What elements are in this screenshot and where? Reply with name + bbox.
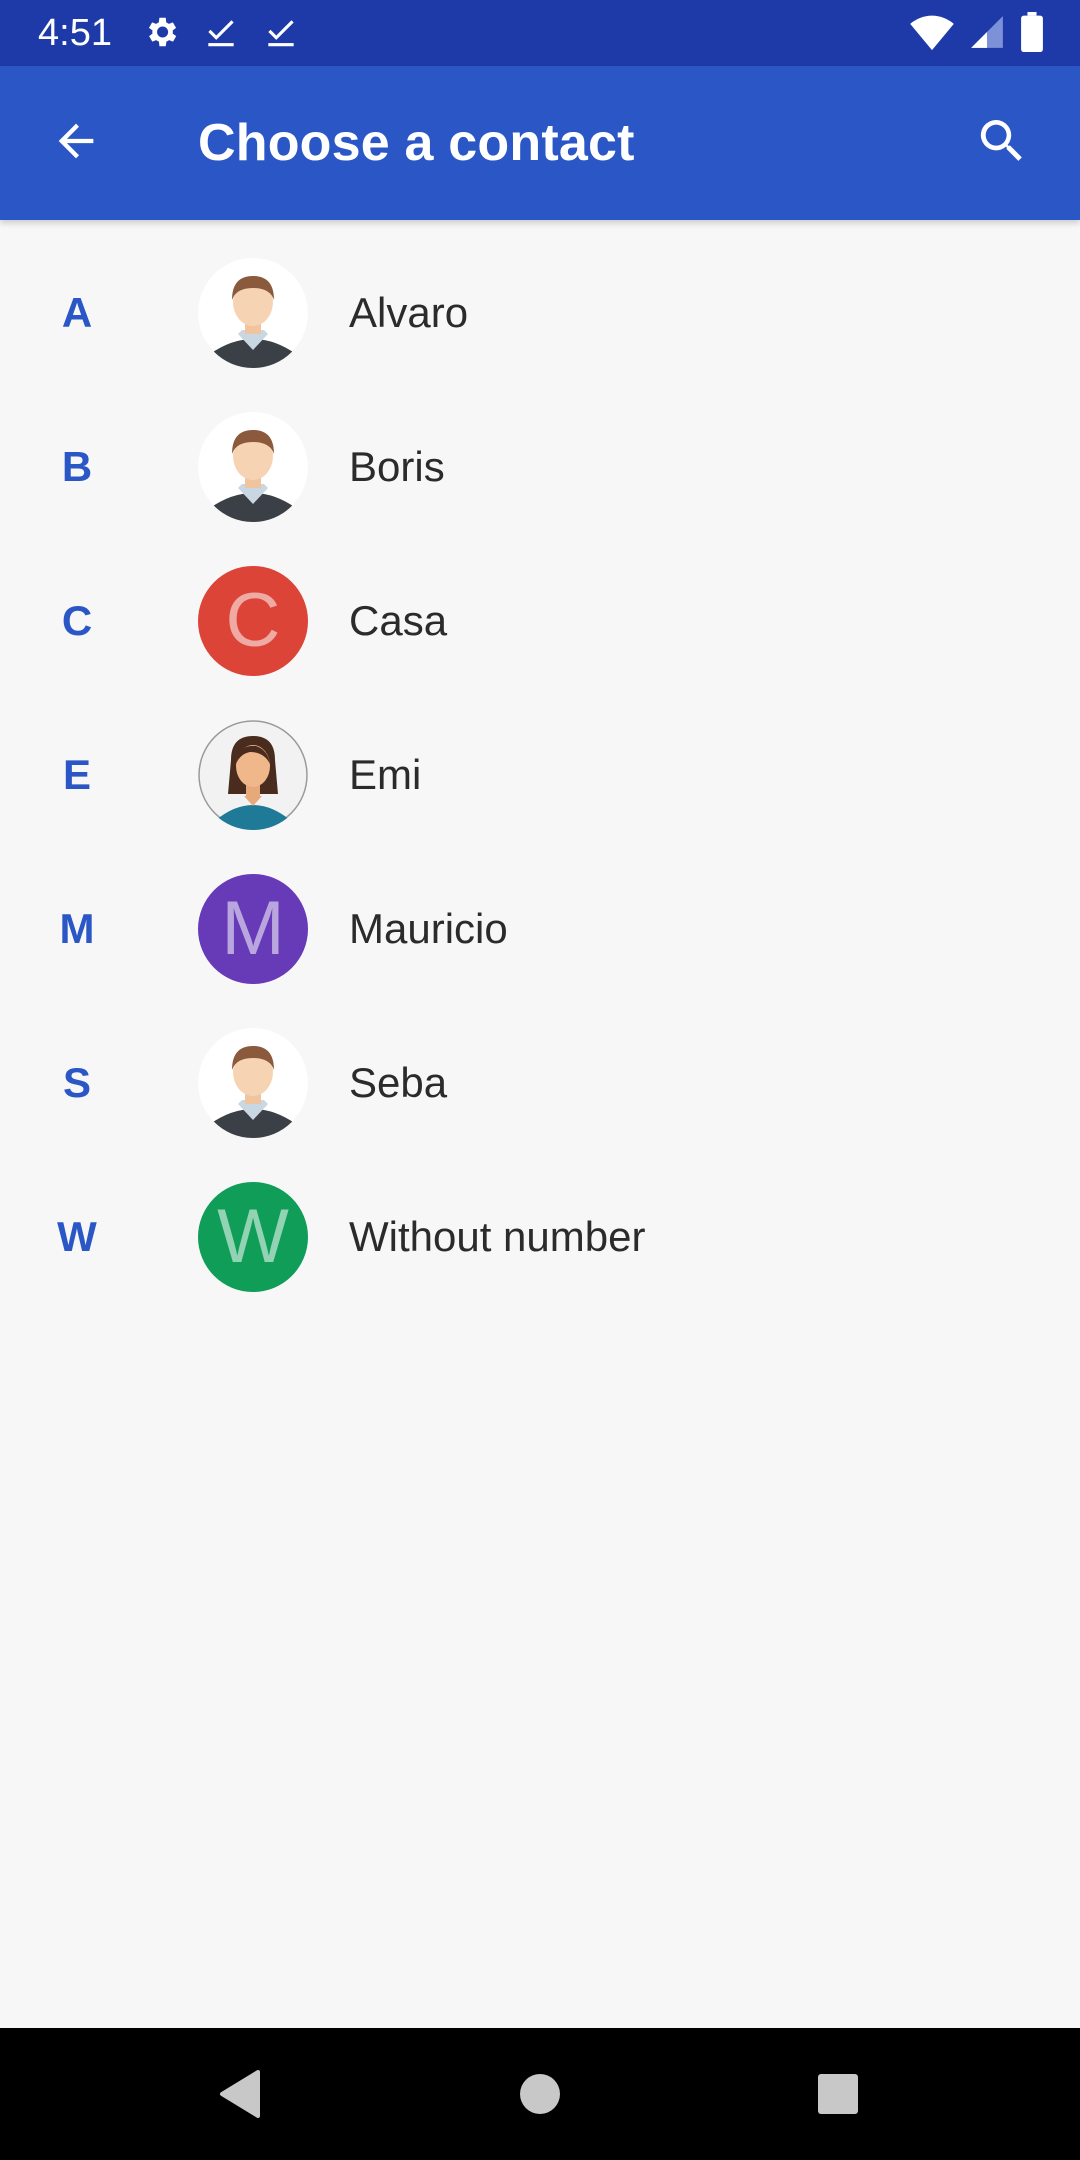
contact-row-boris[interactable]: B Boris [0,390,1080,544]
section-letter: C [61,597,93,644]
search-icon [974,113,1030,174]
initial-avatar: M [198,874,308,984]
male-avatar-icon [198,412,308,522]
contact-list: A Alvaro B Boris C C Casa E Emi M M Maur… [0,236,1080,1314]
female-avatar-icon [198,720,308,830]
battery-icon [1020,11,1044,57]
contact-name: Without number [349,1213,646,1260]
section-letter: B [61,443,93,490]
status-time: 4:51 [38,12,112,54]
initial-avatar: C [198,566,308,676]
wifi-icon [910,12,954,57]
contact-name: Seba [349,1059,448,1106]
contact-row-without-number[interactable]: W W Without number [0,1160,1080,1314]
page-title: Choose a contact [198,114,635,172]
male-avatar-icon [198,258,308,368]
nav-back-icon[interactable] [218,2070,262,2123]
contact-row-seba[interactable]: S Seba [0,1006,1080,1160]
gear-icon [142,13,180,56]
section-letter: S [62,1059,91,1106]
contact-row-mauricio[interactable]: M M Mauricio [0,852,1080,1006]
status-icons-right [910,11,1044,57]
section-letter: W [57,1213,97,1260]
check-icon [202,13,240,56]
nav-home-icon[interactable] [520,2074,560,2114]
signal-icon [968,13,1006,56]
status-bar: 4:51 [0,0,1080,66]
status-icons-left [142,12,300,56]
contact-row-alvaro[interactable]: A Alvaro [0,236,1080,390]
contact-name: Alvaro [349,289,469,336]
contact-row-casa[interactable]: C C Casa [0,544,1080,698]
app-bar: Choose a contact [0,66,1080,220]
initial-avatar: W [198,1182,308,1292]
male-avatar-icon [198,1028,308,1138]
section-letter: A [61,289,93,336]
arrow-back-icon [50,115,102,172]
navigation-bar [0,2028,1080,2160]
back-button[interactable] [38,115,114,171]
section-letter: E [62,751,91,798]
contact-name: Boris [349,443,445,490]
nav-recents-icon[interactable] [818,2074,858,2114]
contact-name: Emi [349,751,422,798]
contact-name: Mauricio [349,905,508,952]
check-icon [262,13,300,56]
contact-name: Casa [349,597,448,644]
contact-row-emi[interactable]: E Emi [0,698,1080,852]
search-button[interactable] [964,110,1040,176]
section-letter: M [59,905,95,952]
